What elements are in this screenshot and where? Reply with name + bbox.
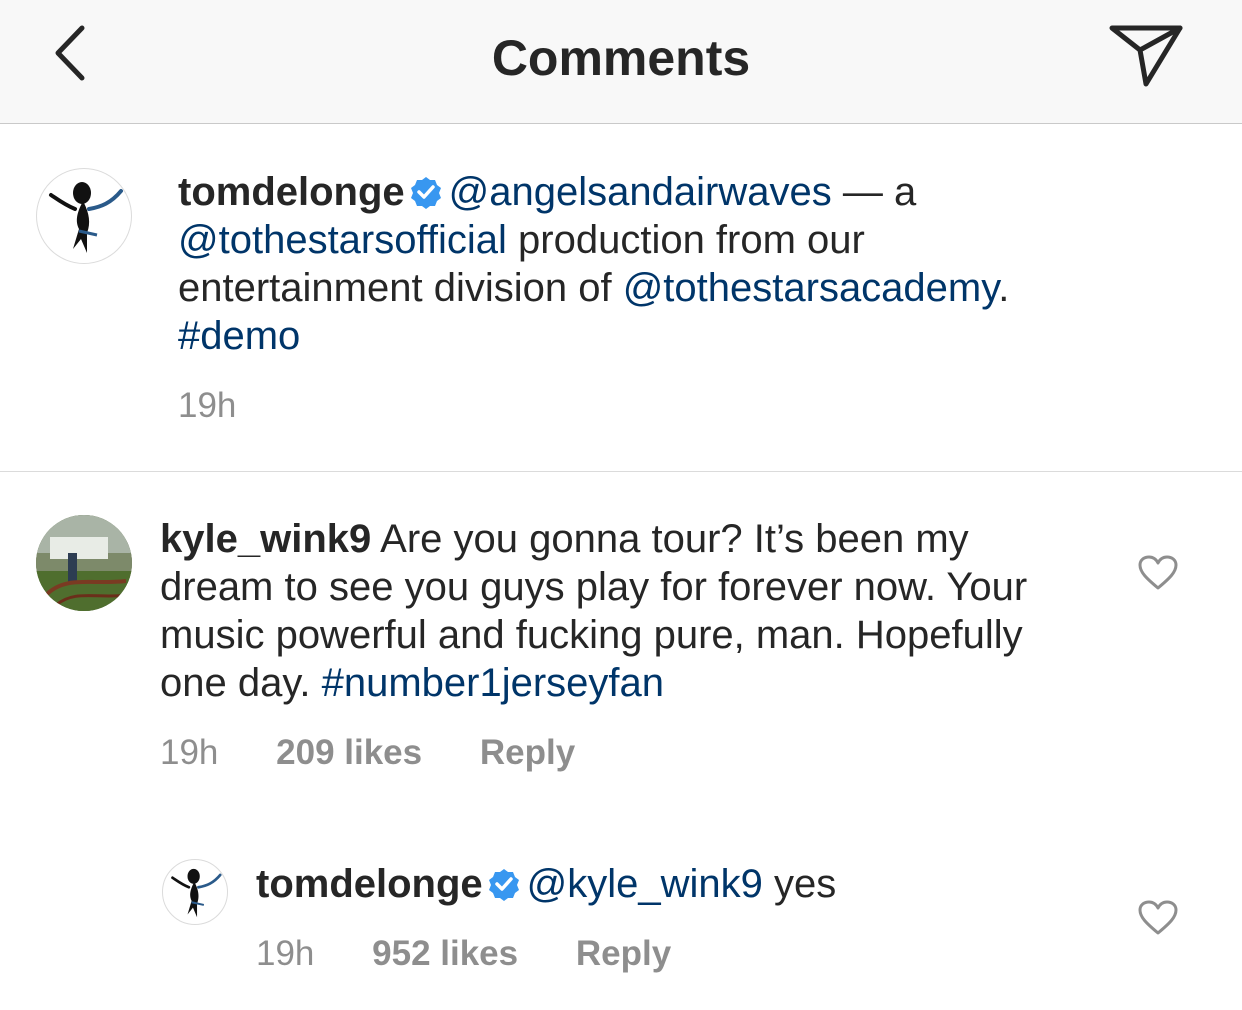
avatar[interactable] bbox=[36, 168, 132, 264]
reply-text: tomdelonge @kyle_wink9 yes bbox=[256, 860, 1076, 908]
reply-body: yes bbox=[762, 862, 837, 906]
verified-badge-icon bbox=[488, 869, 519, 901]
hashtag-link[interactable]: #number1jerseyfan bbox=[322, 661, 664, 705]
page-title: Comments bbox=[491, 30, 751, 86]
comment-meta: 19h 209 likes Reply bbox=[160, 733, 623, 773]
mention-link[interactable]: @tothestarsacademy bbox=[623, 266, 999, 310]
timestamp: 19h bbox=[160, 733, 219, 772]
timestamp: 19h bbox=[256, 934, 315, 973]
hashtag-link[interactable]: #demo bbox=[178, 314, 300, 358]
likes-count[interactable]: 209 likes bbox=[276, 733, 422, 772]
comments-header: Comments bbox=[0, 0, 1242, 124]
caption-text-part: — a bbox=[831, 170, 917, 214]
heart-icon[interactable] bbox=[1138, 900, 1178, 936]
caption-text: tomdelonge @angelsandairwaves — a @tothes… bbox=[178, 168, 1038, 360]
mention-link[interactable]: @kyle_wink9 bbox=[527, 862, 763, 906]
likes-count[interactable]: 952 likes bbox=[372, 934, 518, 973]
reply-username[interactable]: tomdelonge bbox=[256, 862, 483, 906]
comment-text: kyle_wink9 Are you gonna tour? It’s been… bbox=[160, 515, 1060, 707]
paper-plane-icon bbox=[1109, 25, 1183, 87]
caption-meta: 19h bbox=[178, 386, 284, 426]
reply-button[interactable]: Reply bbox=[480, 733, 575, 772]
mention-link[interactable]: @tothestarsofficial bbox=[178, 218, 507, 262]
share-button[interactable] bbox=[1104, 18, 1188, 94]
reply-button[interactable]: Reply bbox=[576, 934, 671, 973]
caption-text-part: . bbox=[998, 266, 1010, 310]
comment-username[interactable]: kyle_wink9 bbox=[160, 517, 371, 561]
heart-icon[interactable] bbox=[1138, 555, 1178, 591]
divider bbox=[0, 471, 1242, 472]
reply-meta: 19h 952 likes Reply bbox=[256, 934, 719, 974]
avatar[interactable] bbox=[36, 515, 132, 611]
caption-username[interactable]: tomdelonge bbox=[178, 170, 405, 214]
mention-link[interactable]: @angelsandairwaves bbox=[449, 170, 832, 214]
verified-badge-icon bbox=[410, 177, 441, 209]
timestamp: 19h bbox=[178, 386, 237, 425]
avatar[interactable] bbox=[162, 859, 228, 925]
